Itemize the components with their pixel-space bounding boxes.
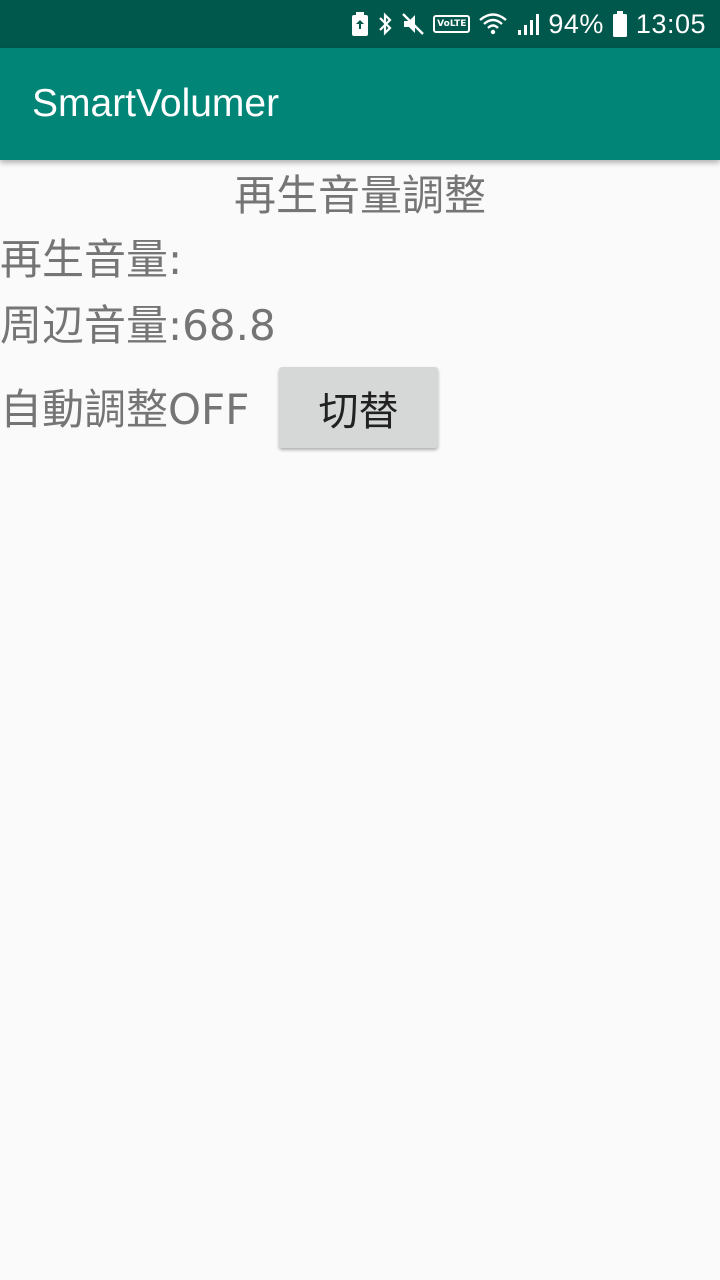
app-title: SmartVolumer xyxy=(32,82,280,125)
bluetooth-icon xyxy=(377,10,393,38)
volte-label: VoLTE xyxy=(433,15,471,33)
wifi-icon xyxy=(478,10,508,38)
toggle-button[interactable]: 切替 xyxy=(279,367,438,448)
volte-icon: VoLTE xyxy=(433,10,471,38)
mute-icon xyxy=(401,10,425,38)
page-heading: 再生音量調整 xyxy=(233,171,486,220)
clock: 13:05 xyxy=(635,8,706,39)
battery-icon xyxy=(612,10,628,38)
app-bar: SmartVolumer xyxy=(0,48,720,160)
ambient-volume-label: 周辺音量:68.8 xyxy=(0,301,276,350)
battery-percent: 94% xyxy=(548,8,604,39)
playback-volume-label: 再生音量: xyxy=(0,235,183,284)
auto-adjust-status: 自動調整OFF xyxy=(0,385,250,434)
battery-saver-icon xyxy=(351,10,369,38)
signal-icon xyxy=(516,10,540,38)
status-bar: VoLTE 94% 13:05 xyxy=(0,0,720,48)
